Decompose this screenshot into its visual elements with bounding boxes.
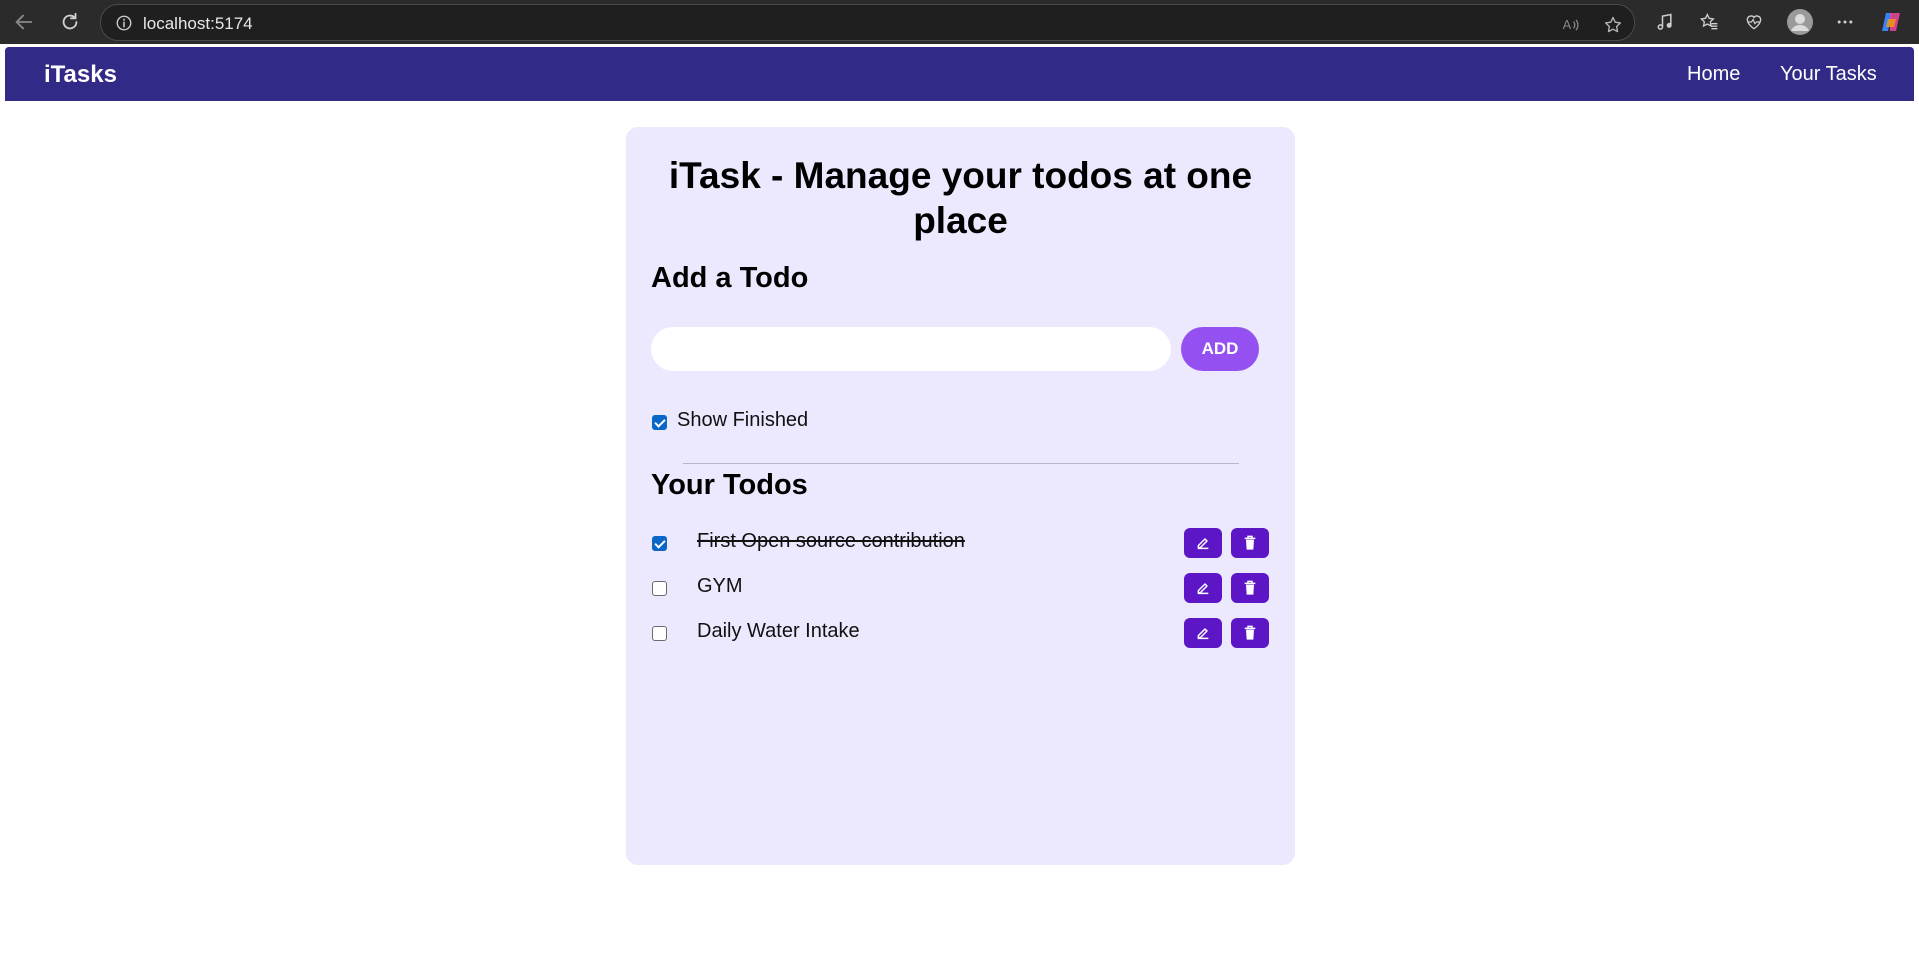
back-arrow-icon xyxy=(15,14,33,30)
show-finished-checkbox[interactable] xyxy=(652,415,667,430)
more-options-icon[interactable] xyxy=(1831,8,1859,36)
todo-checkbox[interactable] xyxy=(652,626,667,641)
site-info-icon[interactable] xyxy=(115,14,133,36)
favorite-star-icon[interactable] xyxy=(1601,13,1625,37)
todo-input[interactable] xyxy=(651,327,1171,371)
brand-logo[interactable]: iTasks xyxy=(44,61,117,89)
trash-icon xyxy=(1244,535,1256,550)
todo-card: iTask - Manage your todos at one place A… xyxy=(626,127,1295,865)
delete-button[interactable] xyxy=(1231,618,1269,648)
edit-icon xyxy=(1197,538,1209,550)
browser-toolbar: localhost:5174 A xyxy=(0,0,1919,44)
reload-icon xyxy=(62,12,78,30)
todo-checkbox[interactable] xyxy=(652,536,667,551)
delete-button[interactable] xyxy=(1231,573,1269,603)
todo-text: First Open source contribution xyxy=(697,530,965,552)
profile-avatar-icon[interactable] xyxy=(1786,8,1814,36)
reload-button[interactable] xyxy=(54,6,86,38)
media-icon[interactable] xyxy=(1651,8,1679,36)
url-text[interactable]: localhost:5174 xyxy=(143,14,253,34)
add-button[interactable]: ADD xyxy=(1181,327,1259,371)
todo-checkbox[interactable] xyxy=(652,581,667,596)
app-viewport: iTasks Home Your Tasks iTask - Manage yo… xyxy=(5,47,1914,963)
back-button[interactable] xyxy=(8,6,40,38)
address-bar[interactable]: localhost:5174 A xyxy=(100,4,1635,41)
copilot-icon[interactable] xyxy=(1877,8,1905,36)
add-todo-heading: Add a Todo xyxy=(651,262,809,294)
top-navbar: iTasks Home Your Tasks xyxy=(5,47,1914,101)
edit-button[interactable] xyxy=(1184,528,1222,558)
trash-icon xyxy=(1244,625,1256,640)
edit-icon xyxy=(1197,583,1209,595)
favorites-icon[interactable] xyxy=(1695,8,1723,36)
divider xyxy=(683,463,1239,464)
edit-button[interactable] xyxy=(1184,573,1222,603)
todo-text: GYM xyxy=(697,575,743,597)
edit-button[interactable] xyxy=(1184,618,1222,648)
trash-icon xyxy=(1244,580,1256,595)
todo-text: Daily Water Intake xyxy=(697,620,860,642)
delete-button[interactable] xyxy=(1231,528,1269,558)
edit-icon xyxy=(1197,628,1209,640)
show-finished-label: Show Finished xyxy=(677,409,809,431)
nav-link-home[interactable]: Home xyxy=(1687,63,1740,86)
health-icon[interactable] xyxy=(1740,8,1768,36)
your-todos-heading: Your Todos xyxy=(651,469,808,501)
svg-text:A: A xyxy=(1563,17,1572,32)
page-title: iTask - Manage your todos at one place xyxy=(668,155,1253,241)
nav-link-your-tasks[interactable]: Your Tasks xyxy=(1780,63,1877,86)
read-aloud-icon[interactable]: A xyxy=(1559,13,1583,37)
